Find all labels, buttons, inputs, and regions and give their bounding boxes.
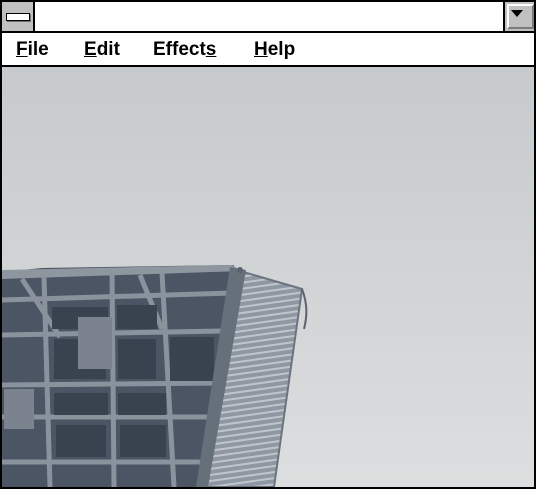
chevron-down-icon	[511, 10, 523, 17]
menu-help[interactable]: Help	[254, 39, 295, 61]
photo	[2, 67, 534, 487]
title-bar	[2, 2, 534, 33]
menu-help-post: elp	[267, 39, 296, 60]
menu-file-post: ile	[27, 39, 49, 60]
menu-bar: File Edit Effects Help	[2, 33, 534, 67]
rail-joint	[237, 267, 243, 273]
menu-help-mnemonic: H	[254, 39, 268, 60]
image-canvas[interactable]	[2, 67, 534, 487]
system-menu-button[interactable]	[2, 2, 35, 31]
menu-file[interactable]: File	[16, 39, 49, 61]
menu-edit-post: dit	[96, 39, 120, 60]
app-window: File Edit Effects Help	[0, 0, 536, 489]
menu-edit-mnemonic: E	[84, 39, 97, 60]
menu-effects[interactable]: Effects	[153, 39, 216, 61]
menu-effects-mnemonic: s	[205, 39, 217, 60]
system-menu-icon	[6, 13, 30, 21]
menu-effects-pre: Effect	[153, 39, 206, 60]
menu-file-mnemonic: F	[16, 39, 28, 60]
menu-edit[interactable]: Edit	[84, 39, 120, 61]
dropdown-button[interactable]	[503, 2, 534, 31]
